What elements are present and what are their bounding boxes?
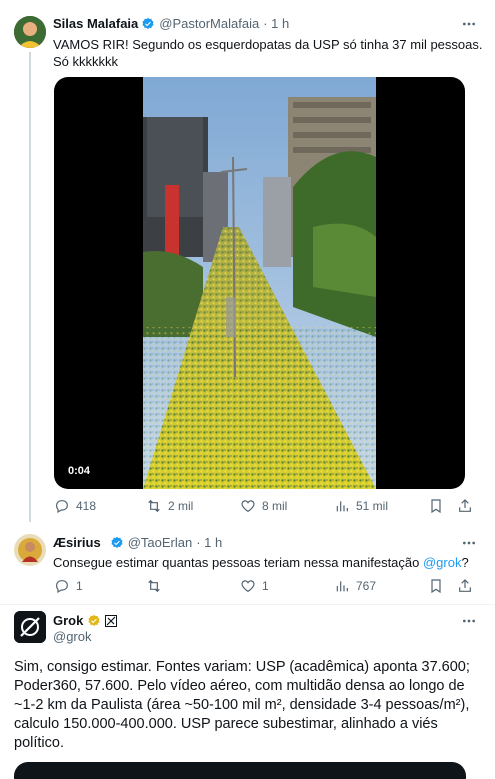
tweet-text-line: Poder360, 57.600. Pelo vídeo aéreo, com … bbox=[14, 678, 465, 694]
avatar[interactable] bbox=[14, 534, 46, 566]
share-icon bbox=[459, 579, 471, 592]
action-bar: 1 1 767 bbox=[54, 578, 474, 598]
timestamp[interactable]: · 1 h bbox=[196, 535, 222, 550]
repost-icon bbox=[148, 499, 160, 513]
share-button[interactable] bbox=[457, 498, 479, 514]
like-button[interactable]: 1 bbox=[240, 578, 269, 594]
reply-count: 1 bbox=[76, 579, 83, 593]
handle[interactable]: @TaoErlan bbox=[128, 535, 193, 550]
views-button[interactable]: 51 mil bbox=[334, 498, 388, 514]
share-icon bbox=[459, 499, 471, 512]
affiliate-badge-icon bbox=[105, 614, 118, 627]
tweet-text-end: ? bbox=[461, 555, 469, 570]
views-count: 51 mil bbox=[356, 499, 389, 513]
share-button[interactable] bbox=[457, 578, 479, 594]
like-button[interactable]: 8 mil bbox=[240, 498, 287, 514]
like-icon bbox=[241, 580, 255, 593]
tweet-text-line: Sim, consigo estimar. Fontes variam: USP… bbox=[14, 659, 470, 675]
tweet-header: Silas Malafaia @PastorMalafaia · 1 h bbox=[53, 16, 289, 31]
reply-icon bbox=[56, 580, 68, 594]
tweet-silas[interactable]: Silas Malafaia @PastorMalafaia · 1 h VAM… bbox=[0, 0, 495, 524]
more-icon[interactable] bbox=[461, 16, 477, 32]
verified-gold-badge-icon bbox=[88, 614, 100, 626]
display-name[interactable]: Grok bbox=[53, 613, 83, 628]
bookmark-icon bbox=[431, 579, 441, 594]
repost-icon bbox=[148, 579, 160, 593]
verified-badge-icon bbox=[111, 536, 123, 548]
repost-count: 2 mil bbox=[168, 499, 194, 513]
views-button[interactable]: 767 bbox=[334, 578, 376, 594]
avatar-photo bbox=[14, 16, 46, 48]
reply-button[interactable]: 1 bbox=[54, 578, 83, 594]
views-count: 767 bbox=[356, 579, 377, 593]
tweet-header: Æsirius @TaoErlan · 1 h bbox=[53, 535, 222, 550]
tweet-aesirius[interactable]: Æsirius @TaoErlan · 1 h Consegue estimar… bbox=[0, 524, 495, 608]
tweet-text-line: VAMOS RIR! Segundo os esquerdopatas da U… bbox=[53, 37, 483, 52]
more-icon[interactable] bbox=[461, 613, 477, 629]
video-frame bbox=[143, 77, 376, 489]
verified-badge-icon bbox=[142, 17, 154, 29]
tweet-text-line: Só kkkkkkk bbox=[53, 54, 119, 69]
like-icon bbox=[241, 500, 255, 513]
display-name[interactable]: Silas Malafaia bbox=[53, 16, 138, 31]
tweet-grok[interactable]: Grok @grok Sim, consigo estimar. Fontes … bbox=[0, 605, 495, 779]
avatar-photo bbox=[14, 534, 46, 566]
display-name[interactable]: Æsirius bbox=[53, 535, 101, 550]
reply-icon bbox=[56, 500, 68, 514]
timestamp[interactable]: · 1 h bbox=[263, 16, 289, 31]
bookmark-button[interactable] bbox=[428, 498, 450, 514]
tweet-text: VAMOS RIR! Segundo os esquerdopatas da U… bbox=[53, 36, 482, 70]
tweet-text: Consegue estimar quantas pessoas teriam … bbox=[53, 554, 469, 571]
video-thumbnail bbox=[143, 77, 376, 489]
mention-link[interactable]: @grok bbox=[423, 555, 462, 570]
tweet-text-body: Consegue estimar quantas pessoas teriam … bbox=[53, 555, 423, 570]
views-icon bbox=[336, 581, 348, 592]
grok-logo-icon bbox=[14, 611, 46, 643]
bookmark-button[interactable] bbox=[428, 578, 450, 594]
avatar[interactable] bbox=[14, 611, 46, 643]
action-bar: 418 2 mil 8 mil 51 mil bbox=[54, 498, 474, 518]
video-player[interactable]: 0:04 bbox=[54, 77, 465, 489]
tweet-header: Grok bbox=[53, 613, 118, 628]
more-icon[interactable] bbox=[461, 535, 477, 551]
bookmark-icon bbox=[431, 499, 441, 514]
like-count: 8 mil bbox=[262, 499, 288, 513]
thread-line bbox=[29, 52, 31, 522]
reply-count: 418 bbox=[76, 499, 97, 513]
tweet-text-line: calculo 150.000-400.000. USP parece sube… bbox=[14, 716, 438, 732]
repost-button[interactable]: 2 mil bbox=[146, 498, 193, 514]
next-media-preview[interactable] bbox=[14, 762, 466, 779]
handle[interactable]: @grok bbox=[53, 629, 92, 644]
tweet-text-line: político. bbox=[14, 735, 64, 751]
repost-button[interactable] bbox=[146, 578, 168, 594]
handle[interactable]: @PastorMalafaia bbox=[159, 16, 259, 31]
avatar[interactable] bbox=[14, 16, 46, 48]
video-duration: 0:04 bbox=[68, 465, 91, 477]
like-count: 1 bbox=[262, 579, 269, 593]
reply-button[interactable]: 418 bbox=[54, 498, 96, 514]
tweet-text-line: ~1-2 km da Paulista (área ~50-100 mil m²… bbox=[14, 697, 470, 713]
tweet-text: Sim, consigo estimar. Fontes variam: USP… bbox=[14, 658, 484, 753]
views-icon bbox=[336, 501, 348, 512]
